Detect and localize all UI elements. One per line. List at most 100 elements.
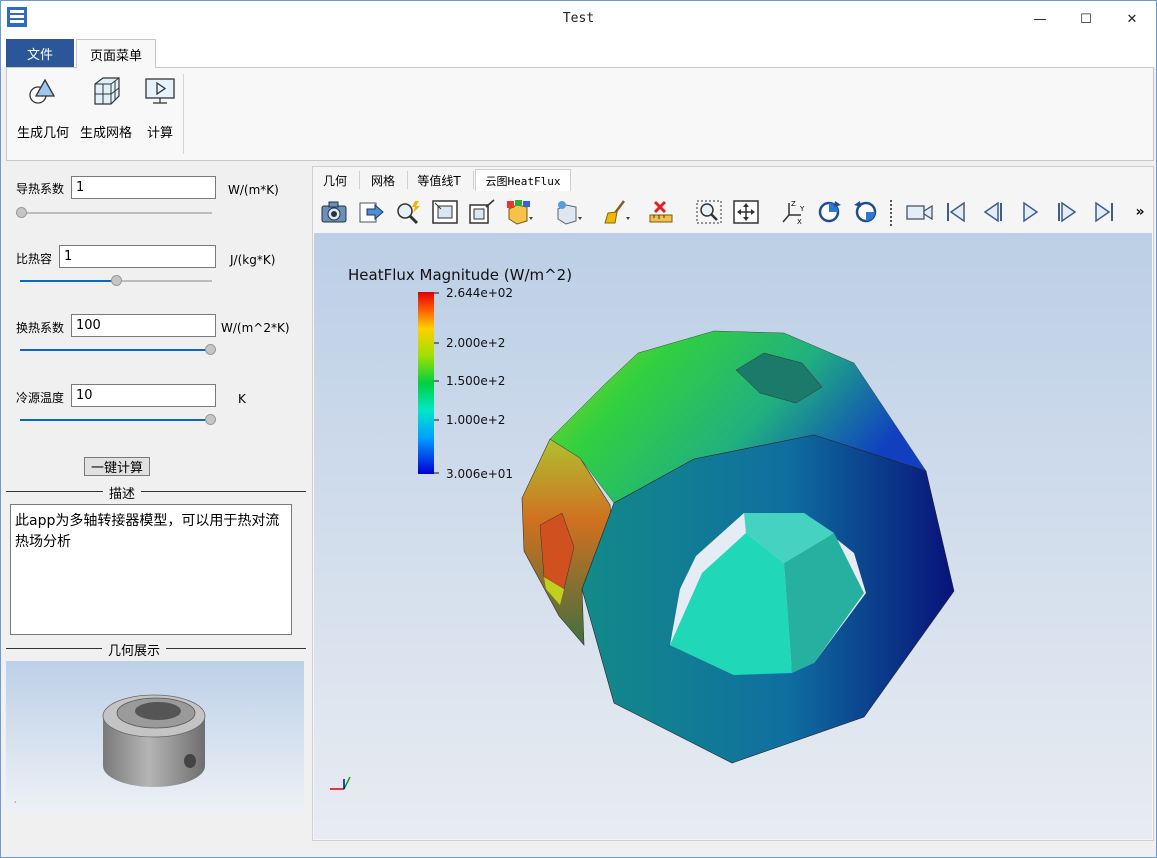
tab-page-menu[interactable]: 页面菜单 — [76, 39, 156, 68]
heat-transfer-unit: W/(m^2*K) — [221, 321, 290, 335]
zoom-box-icon — [432, 200, 458, 224]
first-frame-icon — [947, 201, 965, 223]
box-light-button[interactable] — [552, 197, 584, 227]
minimize-button[interactable]: — — [1017, 1, 1063, 37]
description-title: 描述 — [103, 483, 142, 502]
prev-frame-button[interactable] — [977, 197, 1009, 227]
viewer-panel: 几何 网格 等值线T 云图HeatFlux Z Y X » HeatFlux M… — [312, 166, 1154, 841]
rotate-ccw-icon — [854, 201, 877, 223]
heat-transfer-input[interactable]: 100 — [71, 314, 216, 337]
part-thumbnail: · — [14, 694, 206, 807]
camera-icon — [321, 201, 347, 223]
gen-geometry-label: 生成几何 — [17, 126, 70, 141]
rotate-cw-icon — [818, 201, 841, 223]
axes-icon: ZYX — [782, 200, 805, 225]
geometry-icon — [29, 78, 56, 104]
title-bar: Test — ☐ ✕ — [1, 1, 1156, 37]
geometry-group-header: 几何展示 — [6, 640, 306, 659]
toolbar-separator — [890, 200, 892, 226]
camera-button[interactable] — [318, 197, 350, 227]
zoom-select-button[interactable] — [693, 197, 725, 227]
play-icon — [1023, 201, 1039, 223]
view-tab-bar: 几何 网格 等值线T 云图HeatFlux — [313, 167, 1153, 191]
tab-heatflux[interactable]: 云图HeatFlux — [475, 169, 571, 191]
app-window: Test — ☐ ✕ 文件 页面菜单 生成几何 生成网格 计算 导热系数 1 W… — [0, 0, 1157, 858]
monitor-play-icon — [145, 78, 175, 104]
next-frame-icon — [1058, 201, 1077, 223]
description-text: 此app为多轴转接器模型，可以用于热对流热场分析 — [10, 504, 292, 635]
cold-temp-unit: K — [238, 392, 246, 406]
gen-mesh-label: 生成网格 — [80, 126, 133, 141]
ruler-delete-button[interactable] — [646, 197, 678, 227]
param-label-conductivity: 导热系数 — [16, 182, 65, 196]
prev-frame-icon — [983, 201, 1002, 223]
ribbon-divider — [183, 74, 184, 154]
play-button[interactable] — [1014, 197, 1046, 227]
mesh-icon — [94, 77, 120, 105]
one-click-compute-button[interactable]: 一键计算 — [84, 457, 150, 476]
param-label-heat-transfer: 换热系数 — [16, 321, 65, 335]
ruler-delete-icon — [649, 200, 673, 223]
slider-thumb[interactable] — [205, 414, 216, 425]
resize-button[interactable] — [466, 197, 498, 227]
param-label-cold-temp: 冷源温度 — [16, 391, 65, 405]
parameter-panel: 导热系数 1 W/(m*K) 比热容 1 J/(kg*K) 换热系数 100 W… — [6, 166, 306, 814]
close-button[interactable]: ✕ — [1109, 1, 1155, 37]
video-camera-icon — [906, 204, 933, 221]
slider-thumb[interactable] — [205, 344, 216, 355]
fit-view-icon — [733, 200, 759, 224]
geometry-title: 几何展示 — [102, 640, 167, 659]
maximize-button[interactable]: ☐ — [1063, 1, 1109, 37]
tab-file[interactable]: 文件 — [6, 39, 74, 67]
cold-temp-input[interactable]: 10 — [71, 384, 216, 407]
rotate-ccw-button[interactable] — [850, 197, 882, 227]
brush-button[interactable] — [600, 197, 632, 227]
conductivity-unit: W/(m*K) — [228, 183, 279, 197]
fit-view-button[interactable] — [730, 197, 762, 227]
axes-button[interactable]: ZYX — [777, 197, 809, 227]
brush-icon — [604, 200, 630, 224]
rotate-cw-button[interactable] — [813, 197, 845, 227]
more-icon[interactable]: » — [1130, 197, 1150, 227]
svg-text:X: X — [797, 218, 802, 225]
resize-icon — [469, 199, 495, 224]
box-light-icon — [557, 201, 582, 225]
export-button[interactable] — [355, 197, 387, 227]
specific-heat-input[interactable]: 1 — [59, 245, 216, 268]
specific-heat-unit: J/(kg*K) — [230, 253, 276, 267]
zoom-box-button[interactable] — [429, 197, 461, 227]
heatflux-model — [330, 330, 955, 790]
video-camera-button[interactable] — [903, 197, 935, 227]
slider-thumb[interactable] — [111, 275, 122, 286]
export-icon — [359, 202, 384, 223]
param-label-specific-heat: 比热容 — [16, 252, 53, 266]
last-frame-icon — [1095, 201, 1113, 223]
tab-geometry[interactable]: 几何 — [313, 169, 357, 191]
slider-thumb[interactable] — [16, 207, 27, 218]
svg-text:Z: Z — [791, 200, 796, 208]
box-color-button[interactable] — [503, 197, 535, 227]
gen-mesh-button[interactable]: 生成网格 — [80, 74, 132, 141]
heat-transfer-slider[interactable] — [20, 344, 216, 356]
render-viewport[interactable]: HeatFlux Magnitude (W/m^2) 2.644e+02 2.0… — [314, 233, 1152, 839]
specific-heat-slider[interactable] — [20, 275, 212, 287]
magic-zoom-icon — [397, 201, 420, 225]
magic-zoom-button[interactable] — [392, 197, 424, 227]
conductivity-slider[interactable] — [16, 207, 212, 219]
last-frame-button[interactable] — [1088, 197, 1120, 227]
viewer-toolbar: ZYX » — [313, 192, 1153, 232]
next-frame-button[interactable] — [1051, 197, 1083, 227]
ribbon-tab-bar: 文件 页面菜单 — [1, 37, 1156, 68]
conductivity-input[interactable]: 1 — [71, 176, 216, 199]
compute-label: 计算 — [146, 126, 173, 141]
first-frame-button[interactable] — [940, 197, 972, 227]
description-group-header: 描述 — [6, 483, 306, 502]
tab-mesh[interactable]: 网格 — [361, 169, 405, 191]
geometry-preview[interactable]: · — [6, 661, 304, 812]
window-title: Test — [562, 11, 595, 26]
tab-contour-t[interactable]: 等值线T — [409, 169, 469, 191]
zoom-select-icon — [696, 200, 722, 224]
cold-temp-slider[interactable] — [20, 414, 216, 426]
compute-button[interactable]: 计算 — [143, 74, 177, 141]
gen-geometry-button[interactable]: 生成几何 — [17, 74, 69, 141]
